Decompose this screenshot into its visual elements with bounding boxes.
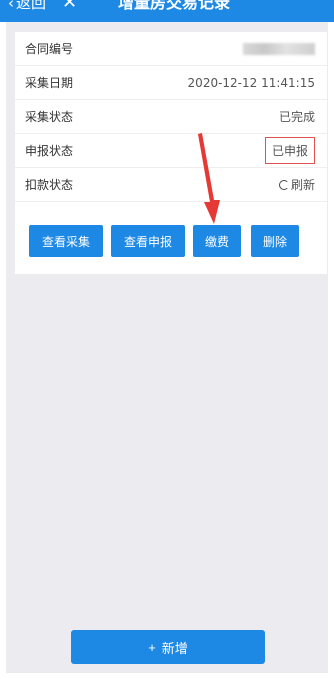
delete-button[interactable]: 删除 [251, 225, 299, 257]
contract-number-row: 合同编号 [15, 32, 327, 66]
refresh-icon [278, 180, 289, 190]
collection-date-row: 采集日期 2020-12-12 11:41:15 [15, 66, 327, 100]
contract-number-value-blurred [243, 42, 315, 55]
chevron-left-icon: ‹ [8, 0, 14, 12]
close-icon[interactable]: ✕ [62, 0, 77, 14]
content-area: 合同编号 采集日期 2020-12-12 11:41:15 采集状态 已完成 申… [6, 22, 328, 673]
collection-date-value: 2020-12-12 11:41:15 [187, 75, 315, 90]
page-title: 增量房交易记录 [118, 0, 231, 12]
add-label: 新增 [161, 640, 188, 656]
collection-date-label: 采集日期 [25, 76, 74, 90]
declaration-status-value: 已申报 [264, 137, 315, 164]
back-button[interactable]: ‹ 返回 [8, 0, 46, 14]
refresh-button[interactable]: 刷新 [278, 176, 315, 193]
pay-button[interactable]: 缴费 [193, 225, 241, 257]
view-collection-button[interactable]: 查看采集 [29, 225, 103, 257]
collection-status-value: 已完成 [278, 110, 315, 124]
deduction-status-label: 扣款状态 [25, 178, 74, 192]
deduction-status-row: 扣款状态 刷新 [15, 168, 327, 202]
plus-icon: + [148, 639, 156, 655]
declaration-status-label: 申报状态 [25, 144, 74, 158]
right-edge [328, 22, 334, 673]
add-button[interactable]: + 新增 [71, 630, 265, 664]
declaration-status-row: 申报状态 已申报 [15, 134, 327, 168]
contract-number-label: 合同编号 [25, 42, 74, 56]
back-label: 返回 [16, 0, 47, 12]
record-card: 合同编号 采集日期 2020-12-12 11:41:15 采集状态 已完成 申… [15, 32, 327, 274]
collection-status-label: 采集状态 [25, 110, 74, 124]
view-declaration-button[interactable]: 查看申报 [111, 225, 185, 257]
refresh-label: 刷新 [290, 178, 315, 192]
collection-status-row: 采集状态 已完成 [15, 100, 327, 134]
app-header: ‹ 返回 ✕ 增量房交易记录 [0, 0, 334, 22]
